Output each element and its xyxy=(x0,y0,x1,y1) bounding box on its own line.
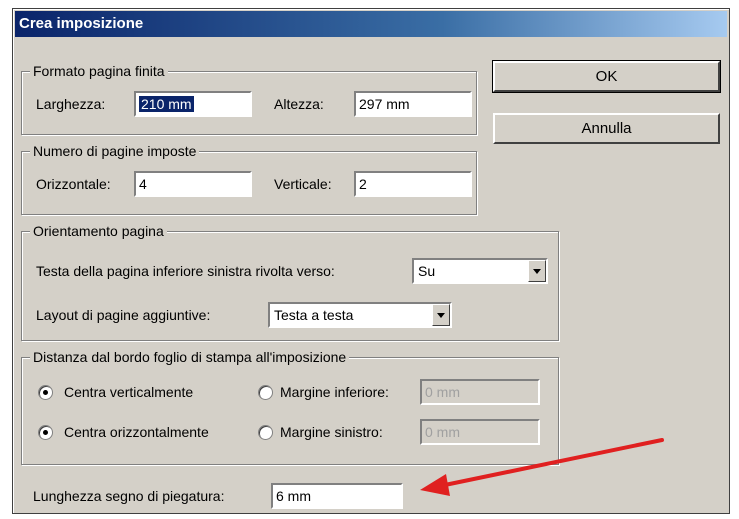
red-arrow-icon xyxy=(420,438,664,496)
verticale-field[interactable]: 2 xyxy=(354,171,472,197)
margine-inferiore-field[interactable]: 0 mm xyxy=(420,379,540,405)
orientamento-legend: Orientamento pagina xyxy=(30,222,167,240)
margine-sinistro-label[interactable]: Margine sinistro: xyxy=(280,423,383,441)
margine-inferiore-radio[interactable] xyxy=(258,385,273,400)
centra-verticalmente-radio[interactable] xyxy=(38,385,53,400)
testa-select[interactable]: Su xyxy=(412,258,548,284)
centra-verticalmente-label[interactable]: Centra verticalmente xyxy=(64,383,193,401)
centra-orizzontalmente-radio[interactable] xyxy=(38,425,53,440)
chevron-down-icon[interactable] xyxy=(528,260,546,282)
layout-select-value: Testa a testa xyxy=(274,307,354,323)
orizzontale-label: Orizzontale: xyxy=(36,176,111,192)
larghezza-field[interactable]: 210 mm xyxy=(134,91,252,117)
verticale-label: Verticale: xyxy=(274,176,332,192)
testa-select-value: Su xyxy=(418,263,436,279)
numero-legend: Numero di pagine imposte xyxy=(30,142,200,160)
piegatura-label: Lunghezza segno di piegatura: xyxy=(33,488,225,504)
altezza-label: Altezza: xyxy=(274,96,324,112)
centra-orizzontalmente-label[interactable]: Centra orizzontalmente xyxy=(64,423,209,441)
distanza-legend: Distanza dal bordo foglio di stampa all'… xyxy=(30,348,350,366)
piegatura-field[interactable]: 6 mm xyxy=(271,483,403,509)
margine-sinistro-radio[interactable] xyxy=(258,425,273,440)
layout-select[interactable]: Testa a testa xyxy=(268,302,452,328)
margine-inferiore-label[interactable]: Margine inferiore: xyxy=(280,383,389,401)
altezza-field[interactable]: 297 mm xyxy=(354,91,472,117)
layout-label: Layout di pagine aggiuntive: xyxy=(36,307,211,323)
ok-button[interactable]: OK xyxy=(492,60,721,93)
chevron-down-icon[interactable] xyxy=(432,304,450,326)
numero-group: Numero di pagine imposte Orizzontale: 4 … xyxy=(21,142,477,215)
dialog-title: Crea imposizione xyxy=(15,11,727,37)
orientamento-group: Orientamento pagina Testa della pagina i… xyxy=(21,222,559,341)
formato-group: Formato pagina finita Larghezza: 210 mm … xyxy=(21,62,477,135)
formato-legend: Formato pagina finita xyxy=(30,62,168,80)
annulla-button[interactable]: Annulla xyxy=(493,113,720,144)
orizzontale-field[interactable]: 4 xyxy=(134,171,252,197)
larghezza-label: Larghezza: xyxy=(36,96,106,112)
testa-label: Testa della pagina inferiore sinistra ri… xyxy=(36,263,335,279)
